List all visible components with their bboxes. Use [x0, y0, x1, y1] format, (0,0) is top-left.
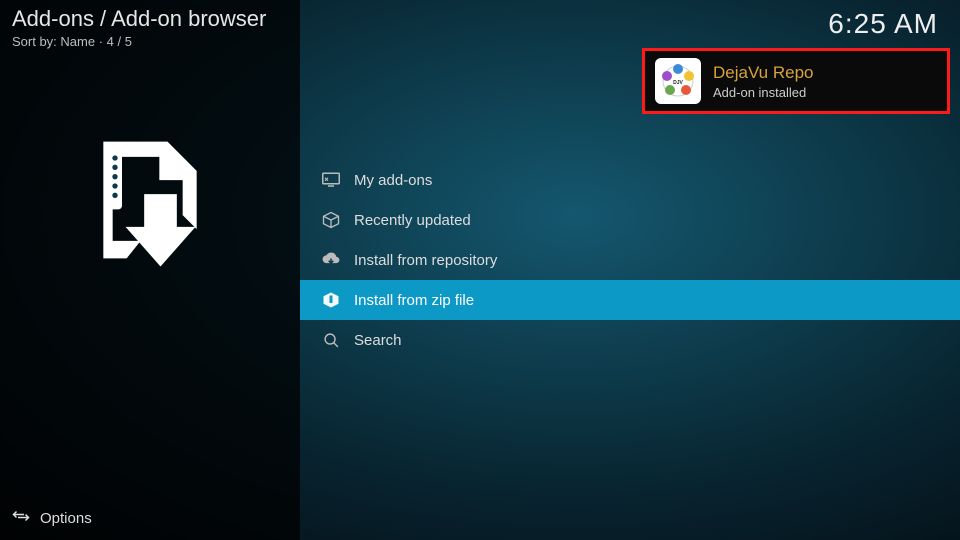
menu-item-recently-updated[interactable]: Recently updated	[300, 200, 960, 240]
breadcrumb: Add-ons / Add-on browser	[12, 6, 266, 32]
menu-label: Install from zip file	[354, 292, 474, 309]
addon-menu: My add-ons Recently updated Install from…	[300, 160, 960, 360]
menu-item-install-zip[interactable]: Install from zip file	[300, 280, 960, 320]
menu-item-my-addons[interactable]: My add-ons	[300, 160, 960, 200]
package-download-icon	[80, 130, 220, 270]
svg-text:DJV: DJV	[673, 80, 683, 86]
notification-toast: DJV DejaVu Repo Add-on installed	[642, 48, 950, 114]
notification-subtitle: Add-on installed	[713, 85, 814, 100]
notification-title: DejaVu Repo	[713, 63, 814, 83]
search-icon	[318, 332, 344, 349]
menu-label: Recently updated	[354, 212, 471, 229]
sort-indicator: Sort by: Name · 4 / 5	[12, 34, 132, 49]
notification-addon-icon: DJV	[655, 58, 701, 104]
menu-label: My add-ons	[354, 172, 432, 189]
arrows-icon	[12, 508, 30, 528]
menu-item-install-repository[interactable]: Install from repository	[300, 240, 960, 280]
monitor-icon	[318, 172, 344, 188]
sidebar	[0, 0, 300, 540]
menu-label: Search	[354, 332, 402, 349]
cloud-down-icon	[318, 252, 344, 268]
options-label: Options	[40, 510, 92, 527]
box-icon	[318, 211, 344, 229]
menu-item-search[interactable]: Search	[300, 320, 960, 360]
menu-label: Install from repository	[354, 252, 497, 269]
zip-icon	[318, 291, 344, 309]
options-button[interactable]: Options	[12, 508, 92, 528]
clock: 6:25 AM	[828, 8, 938, 40]
